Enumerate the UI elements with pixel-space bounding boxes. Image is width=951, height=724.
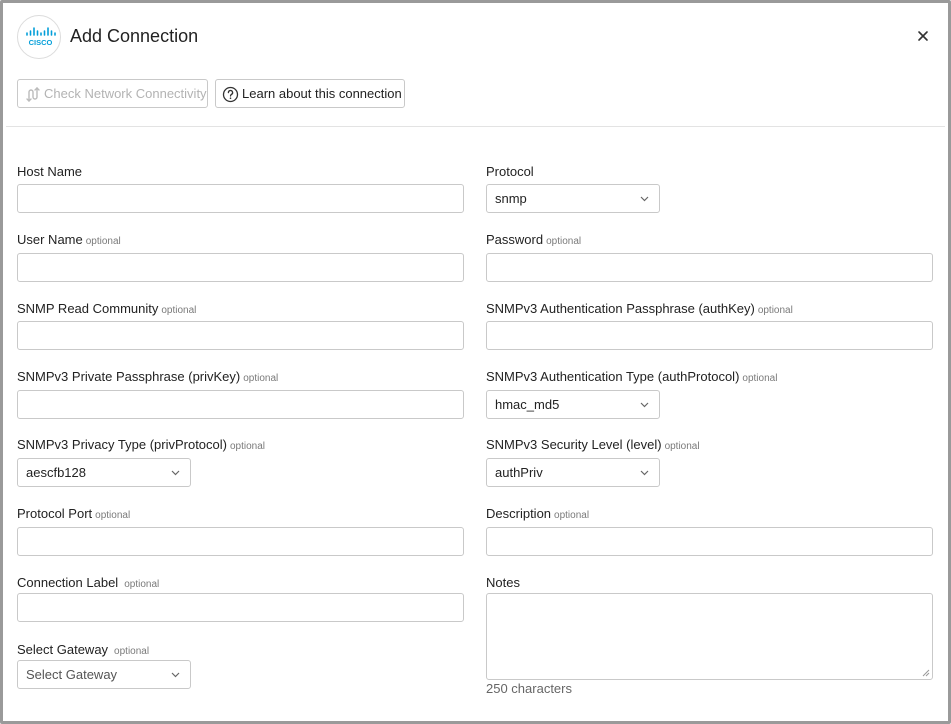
description-label: Description optional [486,506,590,521]
snmp-read-community-label: SNMP Read Community optional [17,301,197,316]
user-name-input[interactable] [17,253,464,282]
auth-protocol-label: SNMPv3 Authentication Type (authProtocol… [486,369,778,384]
priv-protocol-select[interactable]: aescfb128 [17,458,191,487]
protocol-value: snmp [495,191,527,206]
host-name-label: Host Name [17,164,83,179]
chevron-down-icon [640,402,649,408]
password-input[interactable] [486,253,933,282]
priv-key-input[interactable] [17,390,464,419]
protocol-label: Protocol [486,164,534,179]
connection-label-label: Connection Label optional [17,575,160,590]
close-icon[interactable] [914,27,932,45]
learn-about-connection-label: Learn about this connection [242,86,402,101]
chevron-down-icon [640,470,649,476]
user-name-label: User Name optional [17,232,121,247]
resize-handle-icon[interactable] [922,669,930,677]
connectivity-icon [24,85,41,102]
security-level-label: SNMPv3 Security Level (level) optional [486,437,700,452]
notes-label: Notes [486,575,520,590]
dialog-title: Add Connection [70,26,199,46]
gateway-label: Select Gateway optional [17,642,150,657]
connection-label-input[interactable] [17,593,464,622]
add-connection-dialog: CISCO Add Connection Check Network Conne [0,0,951,724]
priv-protocol-label: SNMPv3 Privacy Type (privProtocol) option… [17,437,266,452]
auth-key-label: SNMPv3 Authentication Passphrase (authKe… [486,301,793,316]
header-divider [6,126,945,127]
dialog-header: CISCO Add Connection [17,15,934,61]
security-level-value: authPriv [495,465,543,480]
gateway-placeholder: Select Gateway [26,667,118,682]
chevron-down-icon [171,672,180,678]
chevron-down-icon [171,470,180,476]
cisco-logo: CISCO [17,15,61,59]
help-circle-icon [222,85,239,103]
cisco-logo-text: CISCO [29,38,53,47]
protocol-select[interactable]: snmp [486,184,660,213]
notes-textarea[interactable] [486,593,933,680]
protocol-port-label: Protocol Port optional [17,506,131,521]
learn-about-connection-button[interactable]: Learn about this connection [215,79,405,108]
priv-key-label: SNMPv3 Private Passphrase (privKey) optio… [17,369,279,384]
host-name-input[interactable] [17,184,464,213]
auth-key-input[interactable] [486,321,933,350]
check-connectivity-button[interactable]: Check Network Connectivity [17,79,208,108]
security-level-select[interactable]: authPriv [486,458,660,487]
protocol-port-input[interactable] [17,527,464,556]
auth-protocol-value: hmac_md5 [495,397,560,412]
gateway-select[interactable]: Select Gateway [17,660,191,689]
description-input[interactable] [486,527,933,556]
notes-char-count: 250 characters [486,681,572,696]
snmp-read-community-input[interactable] [17,321,464,350]
chevron-down-icon [640,196,649,202]
priv-protocol-value: aescfb128 [26,465,86,480]
password-label: Password optional [486,232,582,247]
check-connectivity-label: Check Network Connectivity [44,86,207,101]
auth-protocol-select[interactable]: hmac_md5 [486,390,660,419]
